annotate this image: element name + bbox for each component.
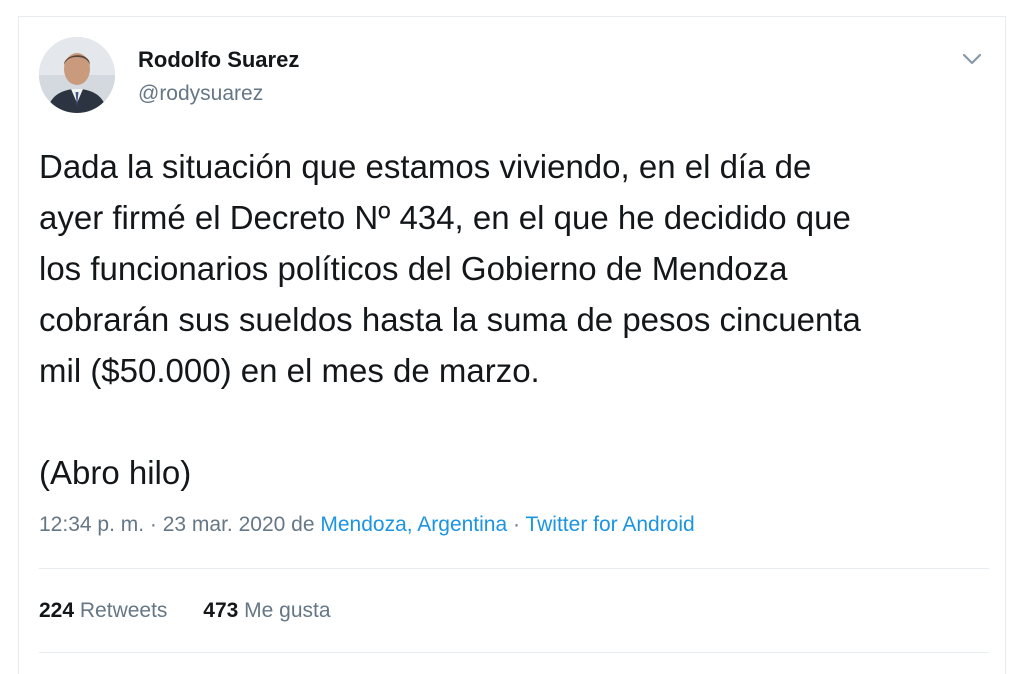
likes-count: 473: [203, 599, 239, 622]
tweet-meta: 12:34 p. m. · 23 mar. 2020 de Mendoza, A…: [39, 513, 695, 537]
retweets-count: 224: [39, 599, 75, 622]
author-name[interactable]: Rodolfo Suarez: [138, 47, 299, 73]
divider: [39, 652, 989, 653]
source-link[interactable]: Twitter for Android: [525, 513, 694, 536]
timestamp[interactable]: 12:34 p. m. · 23 mar. 2020: [39, 513, 285, 536]
tweet-card: Rodolfo Suarez @rodysuarez Dada la situa…: [18, 16, 1006, 674]
meta-separator: ·: [513, 513, 520, 536]
location-link[interactable]: Mendoza, Argentina: [320, 513, 507, 536]
likes-label: Me gusta: [244, 599, 331, 622]
avatar[interactable]: [39, 37, 115, 113]
retweets-stat[interactable]: 224 Retweets: [39, 599, 173, 622]
tweet-stats: 224 Retweets 473 Me gusta: [39, 599, 361, 623]
divider: [39, 568, 989, 569]
retweets-label: Retweets: [79, 599, 168, 622]
avatar-image: [39, 37, 115, 113]
tweet-text: Dada la situación que estamos viviendo, …: [39, 148, 861, 491]
likes-stat[interactable]: 473 Me gusta: [203, 599, 330, 622]
chevron-down-icon[interactable]: [959, 49, 985, 69]
from-word: de: [291, 513, 315, 536]
author-handle[interactable]: @rodysuarez: [138, 82, 263, 106]
